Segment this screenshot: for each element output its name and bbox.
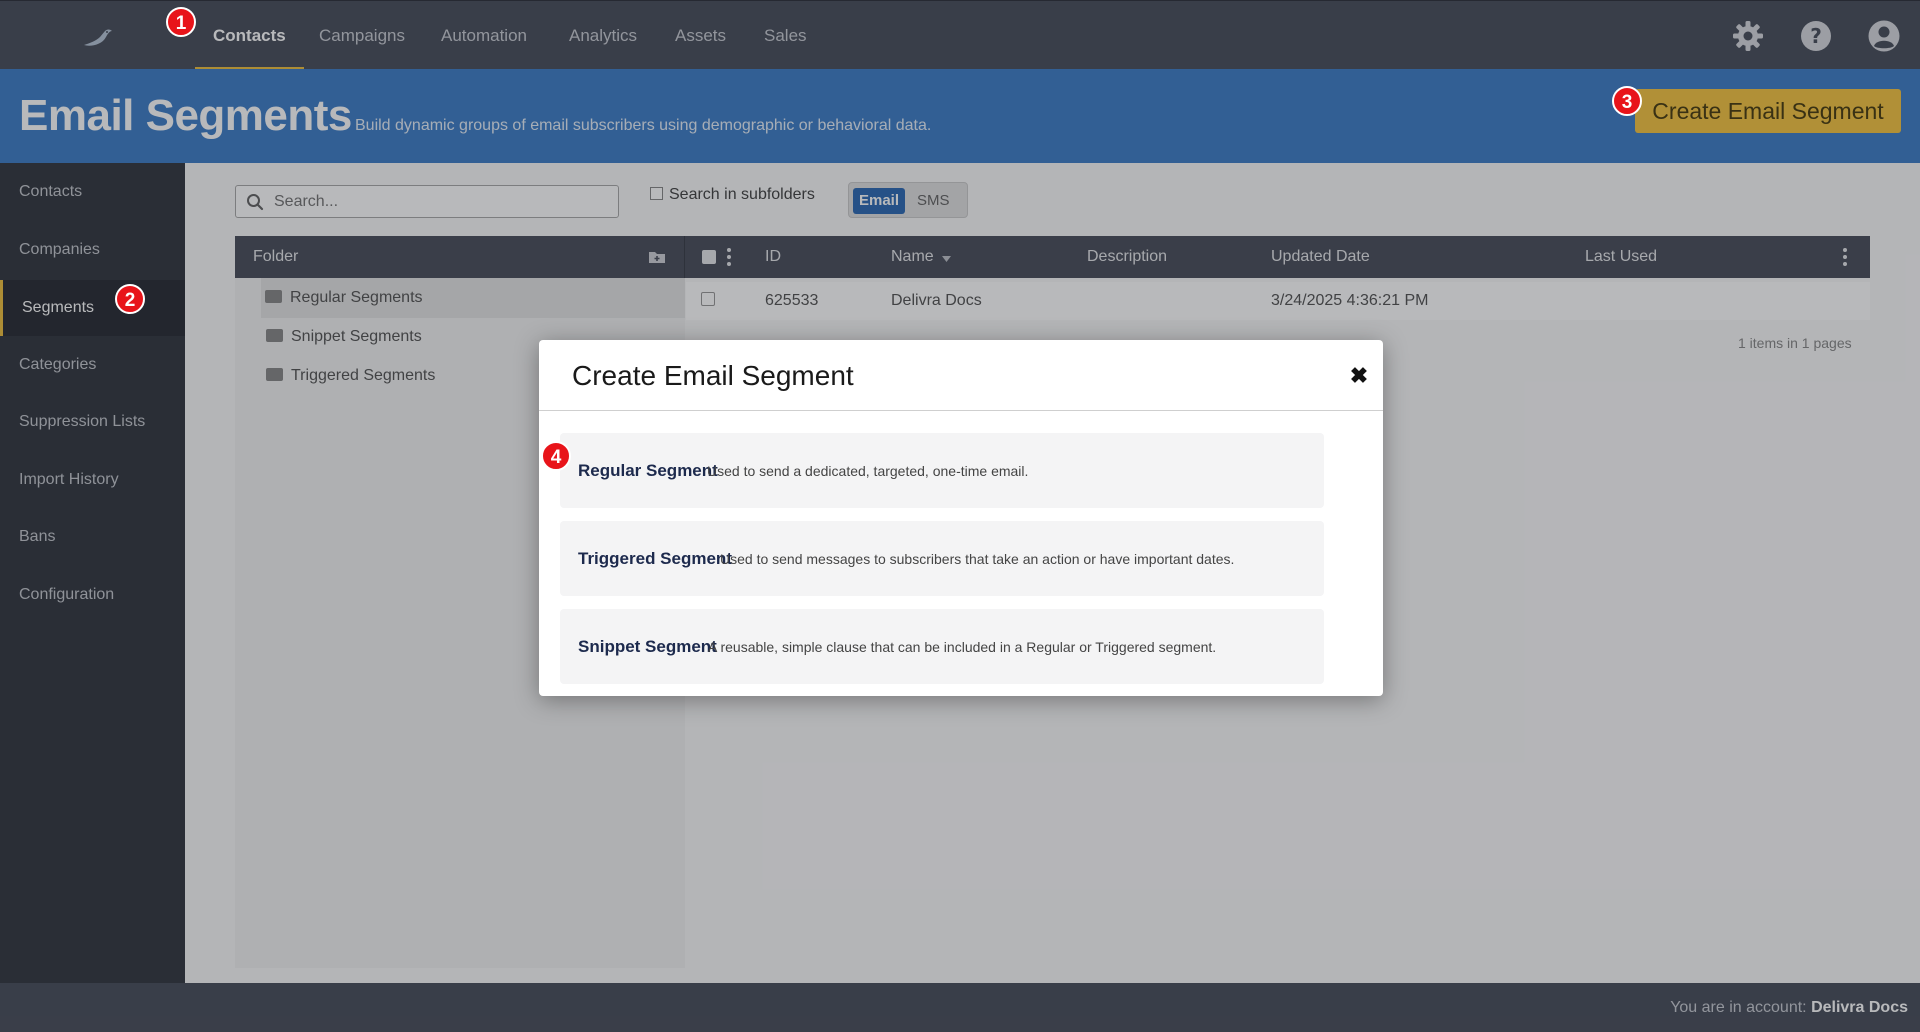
regular-segment-option[interactable]: Regular Segment Used to send a dedicated… [560, 433, 1324, 508]
option-description: Used to send messages to subscribers tha… [720, 551, 1235, 567]
modal-title: Create Email Segment [572, 360, 854, 391]
triggered-segment-option[interactable]: Triggered Segment Used to send messages … [560, 521, 1324, 596]
step-marker-1: 1 [166, 7, 196, 37]
option-description: Used to send a dedicated, targeted, one-… [707, 463, 1029, 479]
step-marker-4: 4 [541, 441, 571, 471]
option-title: Triggered Segment [578, 549, 732, 568]
step-marker-2: 2 [115, 284, 145, 314]
option-title: Regular Segment [578, 461, 718, 480]
option-title: Snippet Segment [578, 637, 717, 656]
close-icon[interactable]: ✖ [1348, 365, 1370, 387]
snippet-segment-option[interactable]: Snippet Segment A reusable, simple claus… [560, 609, 1324, 684]
option-description: A reusable, simple clause that can be in… [708, 639, 1217, 655]
modal-divider [539, 410, 1383, 411]
create-email-segment-modal: Create Email Segment ✖ Regular Segment U… [539, 340, 1383, 696]
step-marker-3: 3 [1612, 86, 1642, 116]
